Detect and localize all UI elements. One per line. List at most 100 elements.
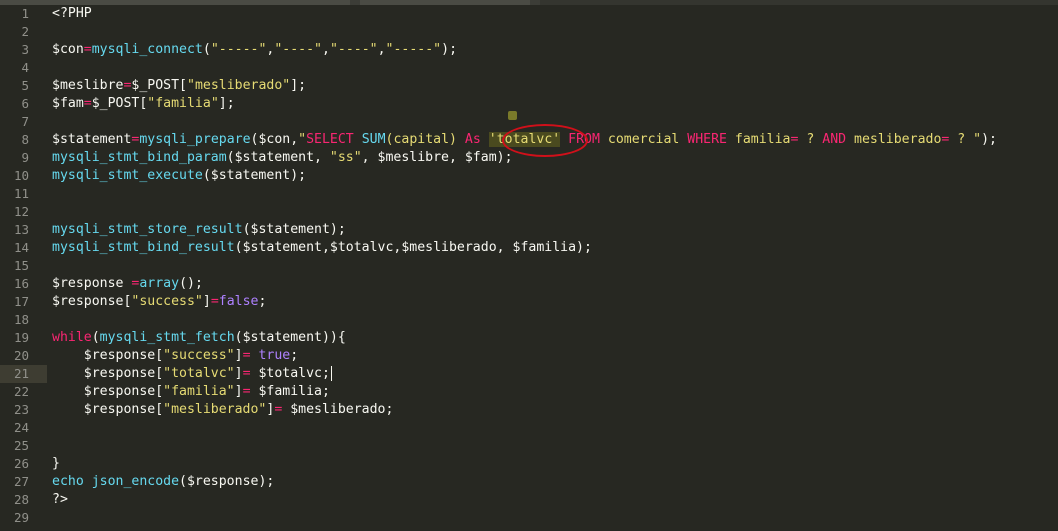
code-token: WHERE [687,132,735,147]
code-token: ($statement); [242,222,346,237]
line-number: 8 [21,132,29,147]
code-line[interactable]: 25 [0,437,1058,455]
code-line[interactable]: 24 [0,419,1058,437]
code-line[interactable]: 23 $response["mesliberado"]= $mesliberad… [0,401,1058,419]
line-number: 19 [13,330,29,345]
code-token: = [83,42,92,57]
code-token: = [242,366,251,381]
code-token: familia [734,132,791,147]
code-line[interactable]: 16 $response =array(); [0,275,1058,293]
code-line[interactable]: 26} [0,455,1058,473]
code-token: <?PHP [52,6,92,21]
line-text: $response["success"]=false; [52,293,266,311]
code-line[interactable]: 5 $meslibre=$_POST["mesliberado"]; [0,77,1058,95]
code-token: false [218,294,259,309]
line-number: 29 [13,510,29,525]
code-token: = [242,384,251,399]
code-line[interactable]: 13 mysqli_stmt_store_result($statement); [0,221,1058,239]
code-token: mysqli_stmt_execute [52,168,203,183]
code-token: array [139,276,180,291]
code-token: ($statement, [226,150,330,165]
line-number: 25 [13,438,29,453]
code-line[interactable]: 27 echo json_encode($response); [0,473,1058,491]
code-token: ] [234,366,243,381]
code-token: (); [179,276,203,291]
code-line[interactable]: 20 $response["success"]= true; [0,347,1058,365]
line-text: while(mysqli_stmt_fetch($statement)){ [52,329,346,347]
code-line[interactable]: 8 $statement = mysqli_prepare($con,"SELECT … [0,131,1058,149]
code-line[interactable]: 4 [0,59,1058,77]
code-token: 'totalvc' [488,132,561,147]
code-token: $statement [52,132,132,147]
code-token: "-----" [210,42,267,57]
code-token: ($statement); [202,168,307,183]
code-token: mysqli_stmt_bind_param [52,150,227,165]
code-token: (capital) [385,132,465,147]
code-line[interactable]: 9 mysqli_stmt_bind_param($statement, "ss"… [0,149,1058,167]
line-number: 6 [21,96,29,111]
code-token: ]; [290,78,307,93]
code-area[interactable]: 1 <?PHP 2 3 $con=mysqli_connect("-----","---… [0,5,1058,527]
code-line[interactable]: 22 $response["familia"]= $familia; [0,383,1058,401]
code-line[interactable]: 21 $response["totalvc"]= $totalvc; [0,365,1058,383]
line-number: 24 [13,420,29,435]
code-line[interactable]: 3 $con=mysqli_connect("-----","----","---… [0,41,1058,59]
line-number: 13 [13,222,29,237]
line-text: echo json_encode($response); [52,473,274,491]
line-text: $fam=$_POST["familia"]; [52,95,235,113]
line-number: 3 [21,42,29,57]
code-line[interactable]: 28 ?> [0,491,1058,509]
code-token: $mesliberado; [282,402,394,417]
code-token: $familia; [250,384,330,399]
line-number: 28 [13,492,29,507]
code-token: ( [91,330,100,345]
code-line[interactable]: 2 [0,23,1058,41]
line-number: 15 [13,258,29,273]
line-text: mysqli_stmt_bind_param($statement, "ss",… [52,149,513,167]
code-token: ($statement,$totalvc,$mesliberado, $fami… [234,240,592,255]
code-token: mysqli_connect [91,42,203,57]
code-token: ] [234,384,243,399]
code-line[interactable]: 10 mysqli_stmt_execute($statement); [0,167,1058,185]
line-number: 9 [21,150,29,165]
code-token: $fam [52,96,84,111]
code-line[interactable]: 15 [0,257,1058,275]
code-token: "totalvc" [163,366,235,381]
code-line[interactable]: 6 $fam=$_POST["familia"]; [0,95,1058,113]
code-token: ; [258,294,267,309]
code-token: mysqli_stmt_fetch [99,330,235,345]
code-line[interactable]: 12 [0,203,1058,221]
code-token: ); [981,132,997,147]
code-line[interactable]: 14 mysqli_stmt_bind_result($statement,$to… [0,239,1058,257]
code-token: $response[ [52,402,164,417]
line-number: 1 [21,6,29,21]
code-line[interactable]: 1 <?PHP [0,5,1058,23]
line-number: 21 [13,366,29,381]
line-number: 17 [13,294,29,309]
code-line[interactable]: 19 while(mysqli_stmt_fetch($statement)){ [0,329,1058,347]
code-token: "ss" [329,150,362,165]
code-line[interactable]: 7 [0,113,1058,131]
code-line[interactable]: 18 [0,311,1058,329]
line-text: <?PHP [52,5,92,23]
code-token: "familia" [163,384,235,399]
code-token: ] [202,294,211,309]
line-text: $response =array(); [52,275,203,293]
code-line[interactable]: 11 [0,185,1058,203]
code-token: $_POST[ [91,96,148,111]
code-token: mysqli_stmt_bind_result [52,240,235,255]
code-token: ?> [52,492,68,507]
line-text: mysqli_stmt_store_result($statement); [52,221,346,239]
line-text: $response["success"]= true; [52,347,298,365]
code-line[interactable]: 17 $response["success"]=false; [0,293,1058,311]
code-token: ); [441,42,458,57]
line-number: 5 [21,78,29,93]
code-token: ? " [957,132,982,147]
code-token: "mesliberado" [187,78,291,93]
code-editor[interactable]: 1 <?PHP 2 3 $con=mysqli_connect("-----","---… [0,0,1058,531]
line-number: 22 [13,384,29,399]
code-line[interactable]: 29 [0,509,1058,527]
code-token: $meslibre [52,78,124,93]
code-token: mysqli_prepare [139,132,251,147]
